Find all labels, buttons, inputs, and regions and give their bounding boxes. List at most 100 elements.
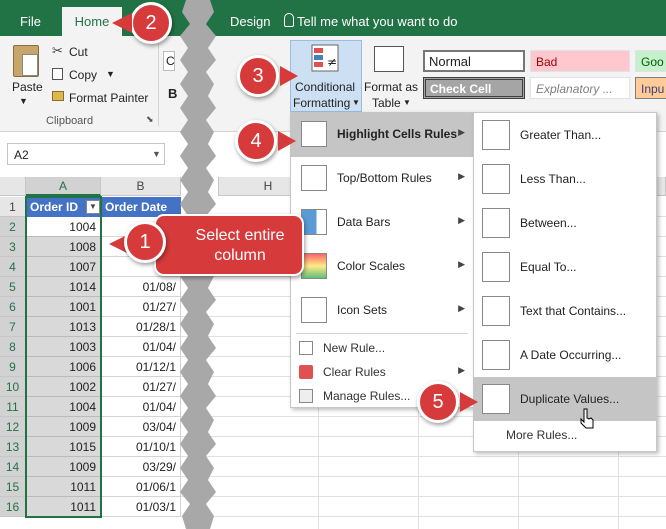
cell-order-date[interactable]: 01/04/	[101, 337, 181, 357]
row-header[interactable]: 7	[0, 317, 26, 337]
cell-order-date[interactable]: 01/03/1	[101, 497, 181, 517]
step-1-badge: 1	[124, 221, 166, 263]
paste-icon[interactable]	[13, 45, 39, 77]
copy-button[interactable]: Copy	[69, 68, 97, 82]
font-name-box[interactable]: Ca	[163, 51, 175, 71]
row-header[interactable]: 1	[0, 197, 26, 217]
row-header[interactable]: 12	[0, 417, 26, 437]
scissors-icon[interactable]: ✂	[52, 44, 64, 57]
step-3-pointer	[280, 66, 298, 86]
row-header[interactable]: 13	[0, 437, 26, 457]
submenu-item-label: Greater Than...	[520, 128, 602, 142]
format-as-table-icon[interactable]	[374, 46, 404, 72]
submenu-item-label: Duplicate Values...	[520, 392, 620, 406]
submenu-arrow-icon: ▶	[458, 171, 465, 181]
name-box-dropdown-icon[interactable]: ▼	[152, 149, 161, 159]
row-header[interactable]: 6	[0, 297, 26, 317]
row-header[interactable]: 10	[0, 377, 26, 397]
highlight-cells-icon	[301, 121, 327, 147]
step-4-badge: 4	[235, 120, 277, 162]
cell-order-date[interactable]: 01/12/1	[101, 357, 181, 377]
submenu-more-rules[interactable]: More Rules...	[506, 428, 577, 442]
cell-order-date[interactable]: 01/27/	[101, 297, 181, 317]
format-painter-button[interactable]: Format Painter	[69, 91, 148, 105]
step-5-badge: 5	[417, 381, 459, 423]
row-header[interactable]: 15	[0, 477, 26, 497]
icon-sets-icon	[301, 297, 327, 323]
cell-order-date[interactable]: 01/27/	[101, 377, 181, 397]
row-header[interactable]: 9	[0, 357, 26, 377]
gridline	[181, 476, 666, 477]
step-2-pointer	[112, 13, 132, 33]
bold-icon[interactable]: B	[168, 86, 177, 101]
cell-order-date[interactable]: 01/04/	[101, 397, 181, 417]
row-header[interactable]: 2	[0, 217, 26, 237]
cell-order-date[interactable]: 01/28/1	[101, 317, 181, 337]
menu-item-label: Icon Sets	[337, 303, 388, 317]
style-bad[interactable]: Bad	[530, 50, 630, 72]
format-as-table-label-1[interactable]: Format as	[364, 80, 418, 94]
menu-color-scales[interactable]: Color Scales ▶	[291, 245, 473, 289]
submenu-date-occurring[interactable]: A Date Occurring...	[474, 333, 656, 377]
menu-item-label: New Rule...	[323, 341, 386, 355]
column-header-a[interactable]: A	[26, 177, 101, 196]
submenu-item-label: Equal To...	[520, 260, 577, 274]
submenu-less-than[interactable]: Less Than...	[474, 157, 656, 201]
row-header[interactable]: 3	[0, 237, 26, 257]
fat-dropdown-icon[interactable]: ▼	[403, 98, 411, 107]
style-input[interactable]: Inpu	[635, 77, 666, 99]
tell-me-search[interactable]: Tell me what you want to do	[297, 14, 457, 29]
row-header[interactable]: 4	[0, 257, 26, 277]
row-header[interactable]: 16	[0, 497, 26, 517]
conditional-formatting-icon: ≠	[311, 44, 339, 72]
copy-icon[interactable]	[52, 68, 63, 80]
style-check-cell[interactable]: Check Cell	[423, 77, 525, 99]
menu-data-bars[interactable]: Data Bars ▶	[291, 201, 473, 245]
format-as-table-label-2[interactable]: Table	[372, 96, 401, 110]
tab-file[interactable]: File	[20, 14, 41, 29]
style-explanatory[interactable]: Explanatory ...	[530, 77, 630, 99]
row-header[interactable]: 5	[0, 277, 26, 297]
submenu-arrow-icon: ▶	[458, 303, 465, 313]
menu-top-bottom-rules[interactable]: Top/Bottom Rules ▶	[291, 157, 473, 201]
cut-button[interactable]: Cut	[69, 45, 88, 59]
column-header-b[interactable]: B	[101, 177, 181, 196]
paste-dropdown-icon[interactable]: ▼	[19, 96, 28, 106]
submenu-greater-than[interactable]: Greater Than...	[474, 113, 656, 157]
select-all-corner[interactable]	[0, 177, 26, 196]
conditional-formatting-label-2: Formatting	[293, 96, 351, 110]
menu-icon-sets[interactable]: Icon Sets ▶	[291, 289, 473, 333]
step-1-callout: 1 Select entire column	[124, 214, 304, 276]
paste-button[interactable]: Paste	[12, 80, 43, 94]
row-header[interactable]: 14	[0, 457, 26, 477]
menu-item-label: Clear Rules	[323, 365, 386, 379]
dialog-launcher-icon[interactable]: ⬊	[146, 114, 154, 125]
step-3-badge: 3	[237, 55, 279, 97]
name-box[interactable]: A2	[7, 143, 165, 165]
cell-order-date[interactable]: 01/06/1	[101, 477, 181, 497]
menu-highlight-cells-rules[interactable]: Highlight Cells Rules ▶	[291, 113, 473, 157]
row-header[interactable]: 8	[0, 337, 26, 357]
submenu-text-contains[interactable]: Text that Contains...	[474, 289, 656, 333]
gridline	[181, 456, 666, 457]
tab-design[interactable]: Design	[230, 14, 270, 29]
cell-order-date[interactable]: 01/08/	[101, 277, 181, 297]
submenu-arrow-icon: ▶	[458, 127, 465, 137]
menu-clear-rules[interactable]: Clear Rules ▶	[291, 360, 473, 384]
submenu-duplicate-values[interactable]: Duplicate Values...	[474, 377, 656, 421]
submenu-item-label: Less Than...	[520, 172, 586, 186]
format-painter-icon[interactable]	[52, 91, 64, 101]
submenu-between[interactable]: Between...	[474, 201, 656, 245]
submenu-equal-to[interactable]: Equal To...	[474, 245, 656, 289]
cell-order-date[interactable]: 03/29/	[101, 457, 181, 477]
submenu-item-label: A Date Occurring...	[520, 348, 622, 362]
copy-dropdown-icon[interactable]: ▼	[106, 69, 115, 79]
cell-order-date[interactable]: 01/10/1	[101, 437, 181, 457]
selection-border	[25, 196, 102, 518]
style-good[interactable]: Goo	[635, 50, 666, 72]
submenu-arrow-icon: ▶	[458, 215, 465, 225]
menu-new-rule[interactable]: New Rule...	[291, 336, 473, 360]
row-header[interactable]: 11	[0, 397, 26, 417]
cell-order-date[interactable]: 03/04/	[101, 417, 181, 437]
style-normal[interactable]: Normal	[423, 50, 525, 72]
